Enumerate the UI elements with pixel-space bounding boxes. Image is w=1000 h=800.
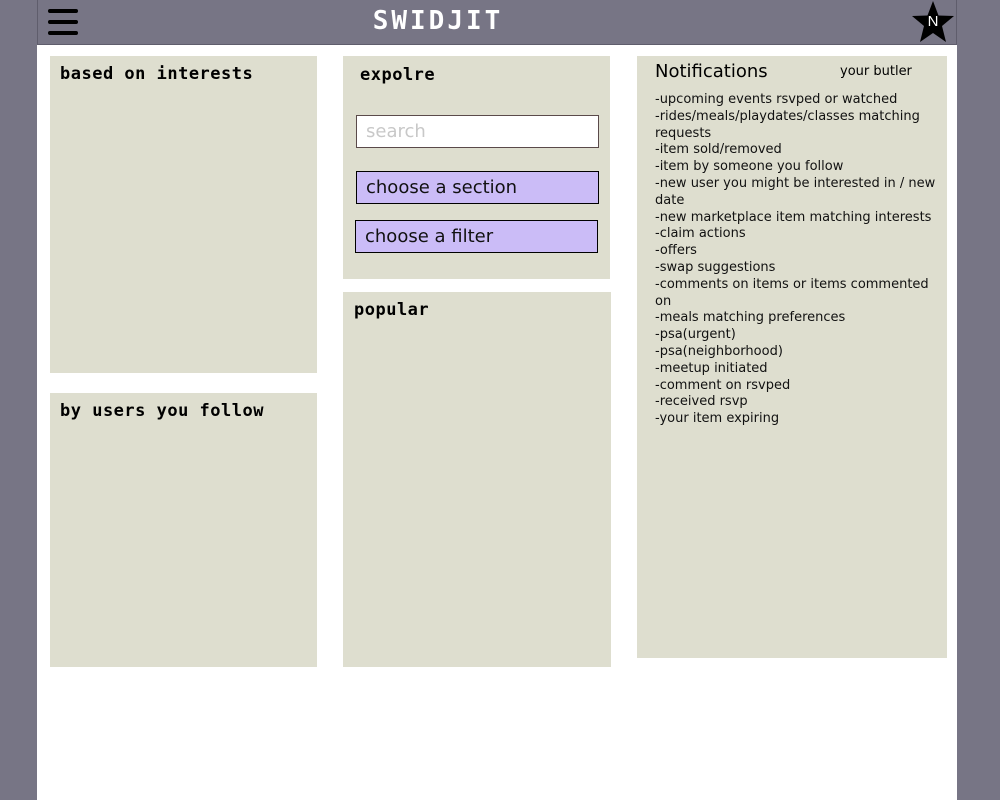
page: SWIDJIT N based on interests by users yo…	[37, 0, 957, 800]
notifications-list: -upcoming events rsvped or watched -ride…	[655, 92, 940, 428]
choose-filter-button[interactable]: choose a filter	[355, 220, 598, 253]
explore-panel-title: expolre	[360, 65, 436, 85]
notification-item: -new marketplace item matching interests	[655, 209, 932, 225]
interests-panel-title: based on interests	[60, 64, 254, 84]
following-panel: by users you follow	[50, 393, 317, 667]
your-butler-label[interactable]: your butler	[840, 64, 912, 79]
notification-item: -upcoming events rsvped or watched	[655, 92, 898, 107]
notification-item: -swap suggestions	[655, 259, 776, 275]
search-input[interactable]	[356, 115, 599, 148]
notification-item: -item sold/removed	[655, 142, 782, 158]
following-panel-title: by users you follow	[60, 401, 264, 421]
notifications-panel: Notifications your butler -upcoming even…	[637, 56, 947, 658]
notification-item: -comment on rsvped	[655, 377, 791, 393]
choose-section-button[interactable]: choose a section	[356, 171, 599, 204]
notification-item: -meetup initiated	[655, 360, 768, 376]
top-bar: SWIDJIT N	[37, 0, 957, 45]
notification-item: -claim actions	[655, 226, 746, 242]
notification-item: -psa(urgent)	[655, 327, 736, 343]
notification-star-icon[interactable]: N	[910, 0, 956, 44]
notification-item: -psa(neighborhood)	[655, 343, 783, 359]
popular-panel: popular	[343, 292, 611, 667]
notification-item: -received rsvp	[655, 394, 748, 410]
explore-panel: expolre choose a section choose a filter	[343, 56, 610, 279]
popular-panel-title: popular	[354, 300, 430, 320]
notification-item: -rides/meals/playdates/classes matching …	[655, 108, 920, 141]
notification-item: -comments on items or items commented on	[655, 276, 929, 309]
interests-panel: based on interests	[50, 56, 317, 373]
notification-item: -meals matching preferences	[655, 310, 846, 326]
notification-item: -your item expiring	[655, 411, 780, 427]
app-title: SWIDJIT	[372, 6, 504, 36]
star-badge-letter: N	[927, 13, 939, 30]
notification-item: -offers	[655, 243, 697, 259]
notifications-title: Notifications	[655, 61, 768, 82]
notification-item: -item by someone you follow	[655, 159, 844, 175]
notification-item: -new user you might be interested in / n…	[655, 175, 936, 208]
